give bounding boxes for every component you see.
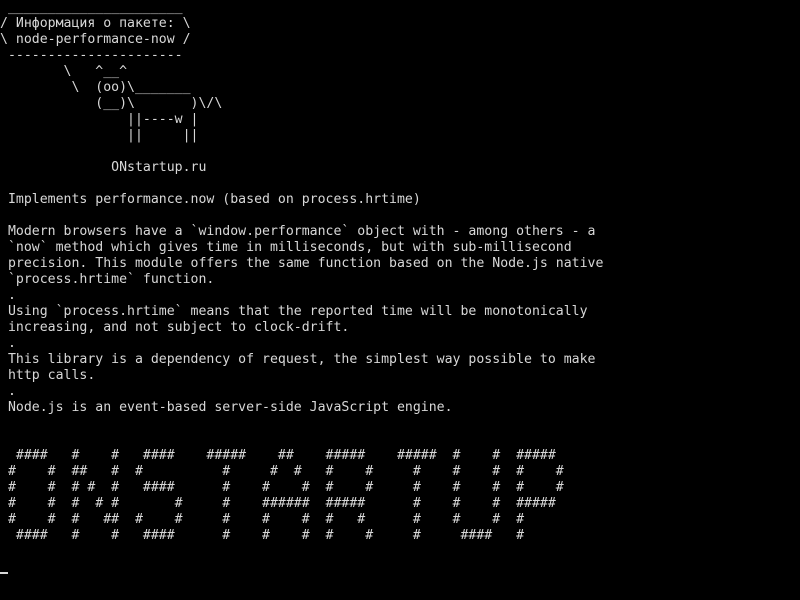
terminal-line: Using `process.hrtime` means that the re… (0, 304, 588, 319)
terminal-line: increasing, and not subject to clock-dri… (0, 320, 350, 335)
terminal-line: precision. This module offers the same f… (0, 256, 604, 271)
text-cursor (0, 572, 8, 574)
terminal-line: Implements performance.now (based on pro… (0, 192, 421, 207)
terminal-line: This library is a dependency of request,… (0, 352, 596, 367)
terminal-line: . (0, 288, 16, 303)
terminal-line: \ ^__^ (0, 64, 128, 79)
terminal-line: # # # ## # # # # # # # # # # # (0, 512, 525, 527)
terminal-line: # # # # # #### # # # # # # # # # # (0, 480, 564, 495)
terminal-line: Modern browsers have a `window.performan… (0, 224, 596, 239)
terminal-line: Node.js is an event-based server-side Ja… (0, 400, 453, 415)
terminal-screen[interactable]: ______________________ / Информация о пак… (0, 0, 800, 600)
terminal-line: http calls. (0, 368, 96, 383)
terminal-output: ______________________ / Информация о пак… (0, 0, 800, 544)
terminal-line: . (0, 384, 16, 399)
terminal-line: (__)\ )\/\ (0, 96, 223, 111)
terminal-line: ______________________ (0, 0, 183, 15)
terminal-line: \ node-performance-now / (0, 32, 191, 47)
terminal-line: # # # # # # # ###### ##### # # # ##### (0, 496, 556, 511)
terminal-line: / Информация о пакете: \ (0, 16, 191, 31)
terminal-line: #### # # #### ##### ## ##### ##### # # #… (0, 448, 556, 463)
terminal-line: #### # # #### # # # # # # #### # (0, 528, 525, 543)
terminal-line: ||----w | (0, 112, 199, 127)
terminal-line: `now` method which gives time in millise… (0, 240, 572, 255)
terminal-line: `process.hrtime` function. (0, 272, 215, 287)
terminal-line: ---------------------- (0, 48, 183, 63)
terminal-line: || || (0, 128, 199, 143)
terminal-line: # # ## # # # # # # # # # # # # (0, 464, 564, 479)
terminal-line: \ (oo)\_______ (0, 80, 191, 95)
terminal-line: . (0, 336, 16, 351)
terminal-line: ONstartup.ru (0, 160, 207, 175)
